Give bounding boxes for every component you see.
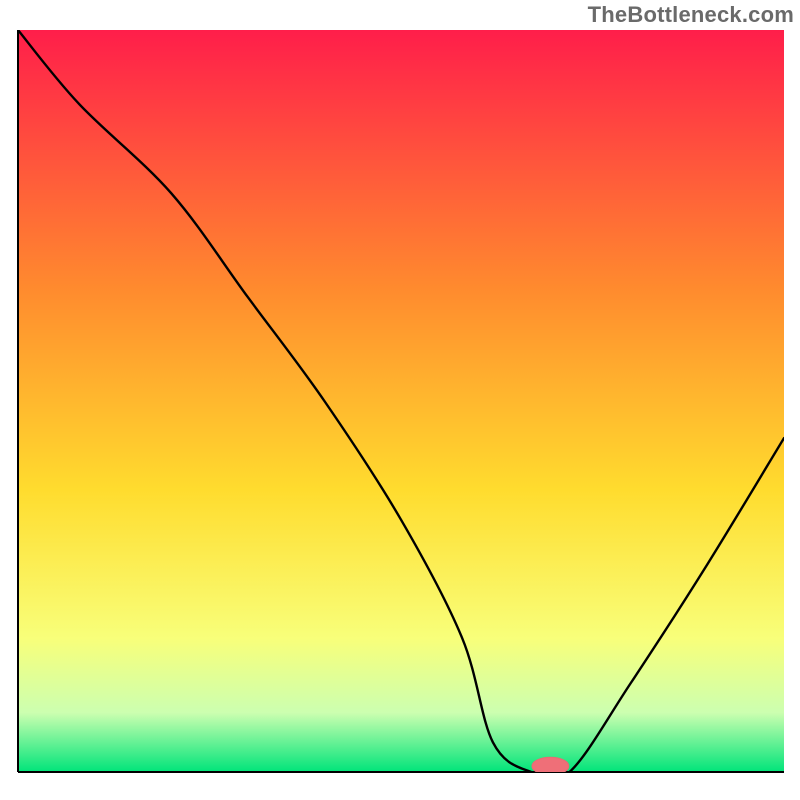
- bottleneck-plot: [0, 0, 800, 800]
- chart-stage: TheBottleneck.com: [0, 0, 800, 800]
- gradient-background: [18, 30, 784, 772]
